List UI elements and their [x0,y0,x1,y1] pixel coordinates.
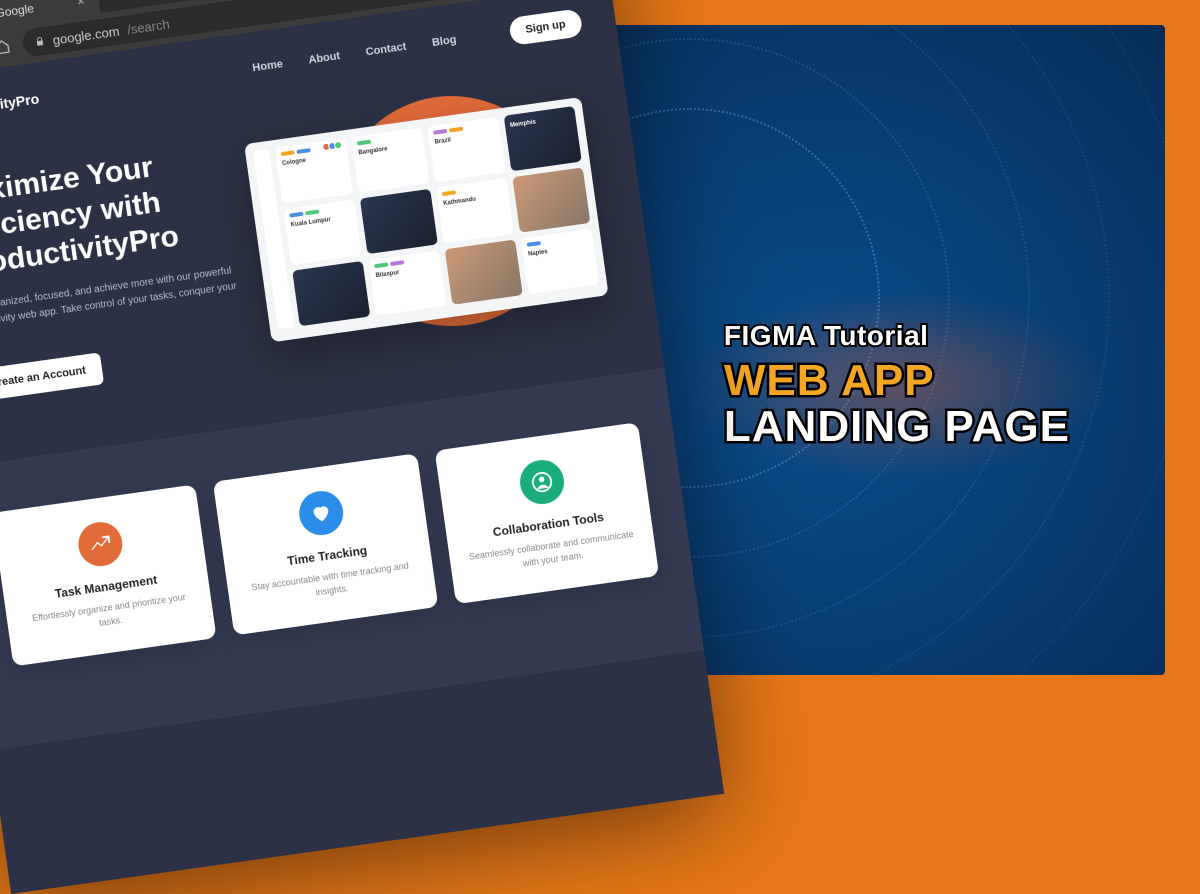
browser-window: Google × + google.com/search ⋮ Productiv… [0,0,724,894]
nav-link-about[interactable]: About [308,50,341,66]
create-account-button[interactable]: Create an Account [0,352,104,402]
site-logo[interactable]: ProductivityPro [0,90,40,120]
hero-illustration: Cologne Bangalore Brazil Memphis Kuala L… [262,86,622,360]
tab-title: Google [0,1,35,20]
signup-button[interactable]: Sign up [508,8,584,46]
heart-icon [296,488,346,538]
landing-page: ProductivityPro Home About Contact Blog … [0,0,724,894]
feature-card-time: Time Tracking Stay accountable with time… [213,453,438,635]
home-button[interactable] [0,37,12,57]
thumbnail-title: FIGMA Tutorial WEB APP LANDING PAGE [724,320,1070,450]
feature-card-task: Task Management Effortlessly organize an… [0,484,217,666]
close-tab-icon[interactable]: × [76,0,86,9]
feature-card-collab: Collaboration Tools Seamlessly collabora… [434,422,659,604]
hero-headline: Maximize Your Efficiency with Productivi… [0,136,258,285]
nav-link-home[interactable]: Home [252,58,284,74]
lock-icon [34,36,45,47]
new-tab-button[interactable]: + [101,0,130,6]
overlay-line-3: LANDING PAGE [724,404,1070,450]
user-circle-icon [517,457,567,507]
nav-link-contact[interactable]: Contact [365,41,407,59]
hero-subtext: Stay organized, focused, and achieve mor… [0,262,246,349]
trending-up-icon [75,519,125,569]
url-path: /search [126,16,170,37]
nav-link-blog[interactable]: Blog [431,34,457,49]
dashboard-mockup: Cologne Bangalore Brazil Memphis Kuala L… [244,97,609,342]
url-domain: google.com [52,23,121,47]
overlay-line-1: FIGMA Tutorial [724,320,1070,352]
overlay-line-2: WEB APP [724,358,1070,404]
